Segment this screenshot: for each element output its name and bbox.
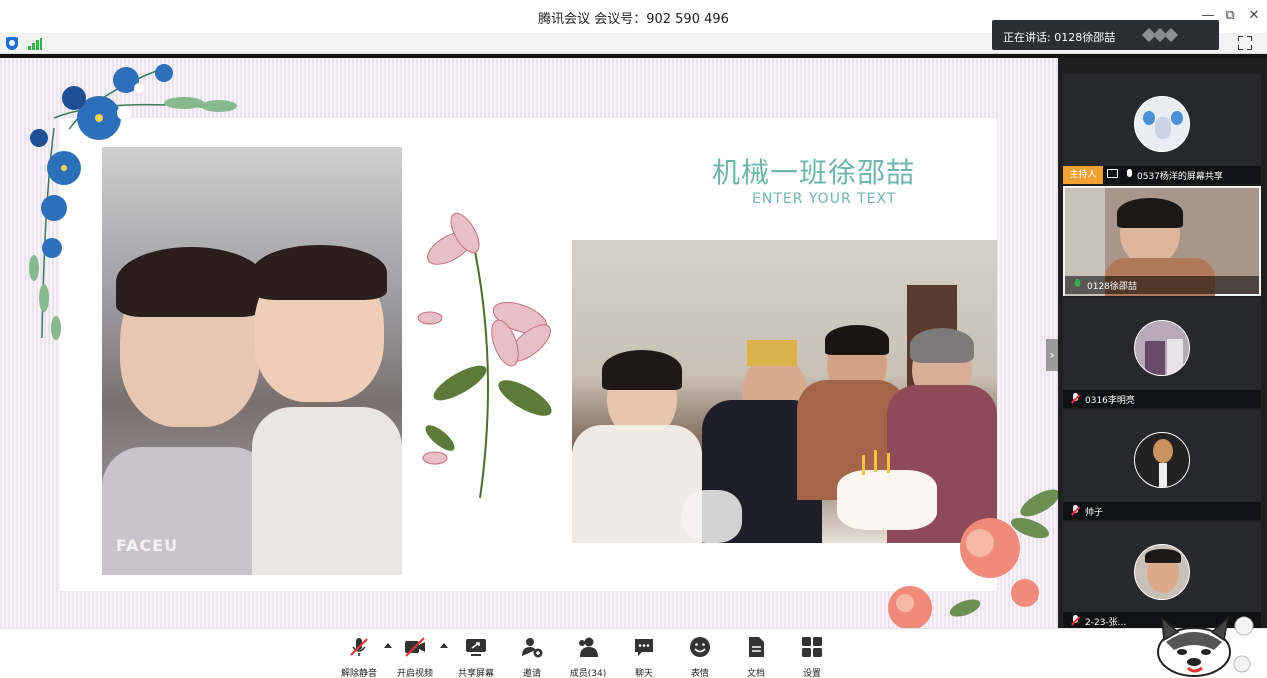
microphone-muted-icon: [1071, 615, 1080, 626]
participant-name: 帅子: [1085, 508, 1104, 518]
settings-label: 设置: [802, 669, 821, 678]
microphone-active-icon: [1073, 279, 1081, 290]
avatar: [1134, 432, 1190, 488]
faceu-watermark: FACEU: [116, 536, 179, 555]
share-screen-button[interactable]: 共享屏幕: [449, 633, 503, 678]
participant-name: 2-23-张...: [1085, 618, 1127, 628]
screen-share-icon: [466, 639, 486, 656]
shared-screen: FACEU 机械一班徐邵喆 ENTER YOUR TEXT ›: [0, 58, 1058, 628]
share-screen-label: 共享屏幕: [457, 669, 494, 678]
participant-tile-active[interactable]: 0128徐邵喆: [1063, 186, 1261, 296]
video-options-caret[interactable]: [440, 643, 448, 648]
emoji-icon: [690, 637, 710, 657]
invite-label: 邀请: [522, 669, 541, 678]
tencent-meeting-window: 腾讯会议 会议号：902 590 496 — ⧉ ✕ 正在讲话: 0128徐邵喆: [0, 0, 1267, 678]
document-icon: [749, 637, 764, 657]
participant-name: 0128徐邵喆: [1087, 282, 1137, 292]
microphone-muted-icon: [1071, 393, 1080, 404]
start-video-label: 开启视频: [396, 669, 433, 678]
meeting-toolbar: 解除静音 开启视频 共享屏幕 邀请 成员(34) 聊天 表情 文档 设置: [0, 628, 1267, 678]
participant-name: 0316李明亮: [1085, 396, 1135, 406]
participant-name-bar: 0316李明亮: [1063, 390, 1261, 408]
collapse-panel-button[interactable]: ›: [1046, 339, 1058, 371]
settings-button[interactable]: 设置: [785, 633, 839, 678]
members-label: 成员(34): [569, 669, 607, 678]
screen-share-icon: [1107, 169, 1118, 178]
participant-tile[interactable]: 帅子: [1063, 410, 1261, 520]
pink-flower-decoration-icon: [417, 212, 552, 499]
restore-button[interactable]: ⧉: [1222, 8, 1238, 24]
avatar: [1134, 96, 1190, 152]
close-button[interactable]: ✕: [1246, 8, 1262, 24]
members-icon: [579, 637, 598, 657]
participant-name: 0537杨洋的屏幕共享: [1137, 172, 1223, 182]
camera-off-icon: [405, 637, 425, 657]
selfie-photo: [102, 147, 402, 575]
invite-button[interactable]: 邀请: [505, 633, 559, 678]
members-button[interactable]: 成员(34): [561, 633, 615, 678]
participant-tile[interactable]: 主持人 0537杨洋的屏幕共享: [1063, 74, 1261, 184]
slide-title: 机械一班徐邵喆: [712, 156, 916, 189]
start-video-button[interactable]: 开启视频: [388, 633, 442, 678]
settings-grid-icon: [802, 637, 822, 657]
documents-button[interactable]: 文档: [729, 633, 783, 678]
host-badge: 主持人: [1063, 166, 1103, 184]
speaking-text: 正在讲话: 0128徐邵喆: [1003, 31, 1116, 44]
participant-name-bar: 0128徐邵喆: [1065, 276, 1259, 294]
chat-label: 聊天: [634, 669, 653, 678]
avatar: [1134, 320, 1190, 376]
documents-label: 文档: [746, 669, 765, 678]
participant-name-bar: 帅子: [1063, 502, 1261, 520]
participant-panel: 主持人 0537杨洋的屏幕共享 0128徐邵喆 0316李明亮 帅子 2-23-…: [1058, 58, 1267, 628]
microphone-muted-icon: [1071, 505, 1080, 516]
chat-button[interactable]: 聊天: [617, 633, 671, 678]
participant-tile[interactable]: 0316李明亮: [1063, 298, 1261, 408]
add-user-icon: [522, 638, 543, 658]
reactions-button[interactable]: 表情: [673, 633, 727, 678]
reactions-label: 表情: [690, 669, 709, 678]
unmute-label: 解除静音: [340, 669, 377, 678]
chat-icon: [635, 639, 653, 656]
microphone-muted-icon: [350, 638, 368, 656]
slide-subtitle: ENTER YOUR TEXT: [752, 191, 897, 207]
corner-flower-decoration-icon: [888, 489, 1058, 628]
participant-name-bar: 主持人 0537杨洋的屏幕共享: [1063, 166, 1261, 184]
speaking-animation-icon: [1141, 27, 1179, 43]
microphone-icon: [1125, 169, 1133, 180]
avatar: [1134, 544, 1190, 600]
unmute-button[interactable]: 解除静音: [332, 633, 386, 678]
husky-mascot-icon: [1157, 616, 1254, 677]
security-shield-icon[interactable]: [6, 37, 18, 50]
network-signal-icon[interactable]: [28, 38, 42, 50]
speaking-indicator: 正在讲话: 0128徐邵喆: [992, 20, 1219, 50]
fullscreen-icon[interactable]: [1238, 36, 1252, 50]
